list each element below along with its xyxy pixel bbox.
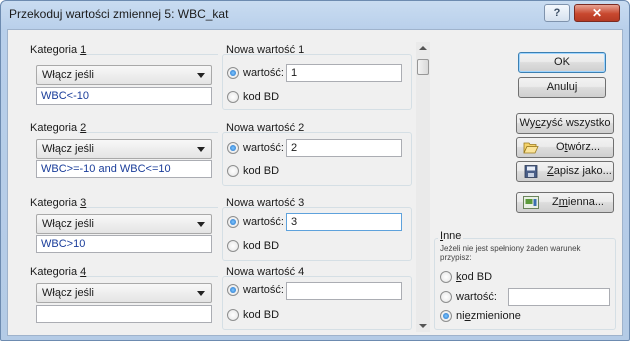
category-3-condition-type-value: Włącz jeśli — [42, 218, 94, 230]
category-1-condition-type-value: Włącz jeśli — [42, 69, 94, 81]
open-button[interactable]: Otwórz... — [516, 137, 614, 158]
scroll-up-arrow-icon[interactable] — [419, 46, 427, 50]
folder-open-icon — [523, 142, 539, 154]
new-value-2-value-input[interactable]: 2 — [286, 139, 402, 157]
other-group-note: Jeżeli nie jest spełniony żaden warunek … — [440, 244, 581, 262]
save-disk-icon — [524, 165, 538, 178]
new-value-2-code-radio[interactable] — [227, 165, 239, 177]
chevron-down-icon — [197, 222, 205, 227]
chevron-down-icon — [197, 73, 205, 78]
cancel-button[interactable]: Anuluj — [518, 77, 606, 98]
new-value-4-value-input[interactable] — [286, 282, 402, 300]
category-4-condition-input[interactable] — [36, 305, 212, 323]
window-title: Przekoduj wartości zmiennej 5: WBC_kat — [9, 7, 229, 21]
new-value-3-code-radio[interactable] — [227, 240, 239, 252]
other-unchanged-radio[interactable] — [440, 310, 452, 322]
new-value-1-value-input[interactable]: 1 — [286, 64, 402, 82]
group-separator — [78, 54, 218, 55]
title-bar[interactable]: Przekoduj wartości zmiennej 5: WBC_kat ?… — [1, 1, 629, 29]
other-value-input[interactable] — [508, 288, 610, 306]
group-separator — [78, 132, 218, 133]
category-list-scrollbar[interactable] — [416, 42, 430, 332]
category-1-condition-text: WBC<-10 — [41, 90, 89, 102]
new-value-2-code-label: kod BD — [243, 165, 280, 177]
other-value-radio[interactable] — [440, 291, 452, 303]
new-value-4-value-radio[interactable] — [227, 284, 239, 296]
chevron-down-icon — [197, 147, 205, 152]
category-3-condition-text: WBC>10 — [41, 238, 86, 250]
group-separator — [78, 276, 218, 277]
group-separator — [78, 207, 218, 208]
new-value-1-value-text: 1 — [291, 67, 298, 79]
other-code-label: kod BD — [456, 271, 493, 283]
category-2-condition-input[interactable]: WBC>=-10 and WBC<=10 — [36, 160, 212, 178]
new-value-2-value-text: 2 — [291, 142, 298, 154]
new-value-4-code-label: kod BD — [243, 309, 280, 321]
scroll-down-arrow-icon[interactable] — [419, 324, 427, 328]
save-as-button[interactable]: Zapisz jako... — [516, 161, 614, 182]
category-1-condition-input[interactable]: WBC<-10 — [36, 87, 212, 105]
category-3-condition-type-select[interactable]: Włącz jeśli — [36, 214, 212, 234]
new-value-3-value-input[interactable]: 3 — [286, 213, 402, 231]
category-3-condition-input[interactable]: WBC>10 — [36, 235, 212, 253]
new-value-3-value-radio[interactable] — [227, 216, 239, 228]
variable-icon — [523, 196, 539, 209]
category-4-condition-type-value: Włącz jeśli — [42, 287, 94, 299]
category-4-label: Kategoria 4 — [30, 266, 87, 278]
chevron-down-icon — [197, 291, 205, 296]
new-value-3-code-label: kod BD — [243, 240, 280, 252]
new-value-1-code-label: kod BD — [243, 91, 280, 103]
category-4-condition-type-select[interactable]: Włącz jeśli — [36, 283, 212, 303]
help-button[interactable]: ? — [544, 4, 570, 22]
new-value-4-code-radio[interactable] — [227, 309, 239, 321]
new-value-3-value-text: 3 — [291, 216, 298, 228]
close-button[interactable]: ✕ — [574, 4, 620, 22]
new-value-2-value-radio[interactable] — [227, 142, 239, 154]
category-3-label: Kategoria 3 — [30, 197, 87, 209]
new-value-1-code-radio[interactable] — [227, 91, 239, 103]
other-group-title: Inne — [438, 230, 464, 242]
new-value-1-value-radio[interactable] — [227, 67, 239, 79]
category-1-condition-type-select[interactable]: Włącz jeśli — [36, 65, 212, 85]
scroll-thumb[interactable] — [417, 59, 429, 75]
category-1-label: Kategoria 1 — [30, 44, 87, 56]
variable-button[interactable]: Zmienna... — [516, 192, 614, 213]
new-value-2-value-label: wartość: — [243, 142, 284, 154]
dialog-window: Przekoduj wartości zmiennej 5: WBC_kat ?… — [0, 0, 630, 341]
other-value-label: wartość: — [456, 291, 497, 303]
category-2-label: Kategoria 2 — [30, 122, 87, 134]
new-value-1-value-label: wartość: — [243, 67, 284, 79]
new-value-4-value-label: wartość: — [243, 284, 284, 296]
category-2-condition-text: WBC>=-10 and WBC<=10 — [41, 163, 171, 175]
dialog-client-area: Kategoria 1 Włącz jeśli WBC<-10 Nowa war… — [7, 29, 623, 336]
clear-all-button[interactable]: Wyczyść wszystko — [516, 113, 614, 134]
other-unchanged-label: niezmienione — [456, 310, 521, 322]
other-code-radio[interactable] — [440, 271, 452, 283]
category-2-condition-type-select[interactable]: Włącz jeśli — [36, 139, 212, 159]
new-value-3-value-label: wartość: — [243, 216, 284, 228]
category-2-condition-type-value: Włącz jeśli — [42, 143, 94, 155]
ok-button[interactable]: OK — [518, 52, 606, 73]
